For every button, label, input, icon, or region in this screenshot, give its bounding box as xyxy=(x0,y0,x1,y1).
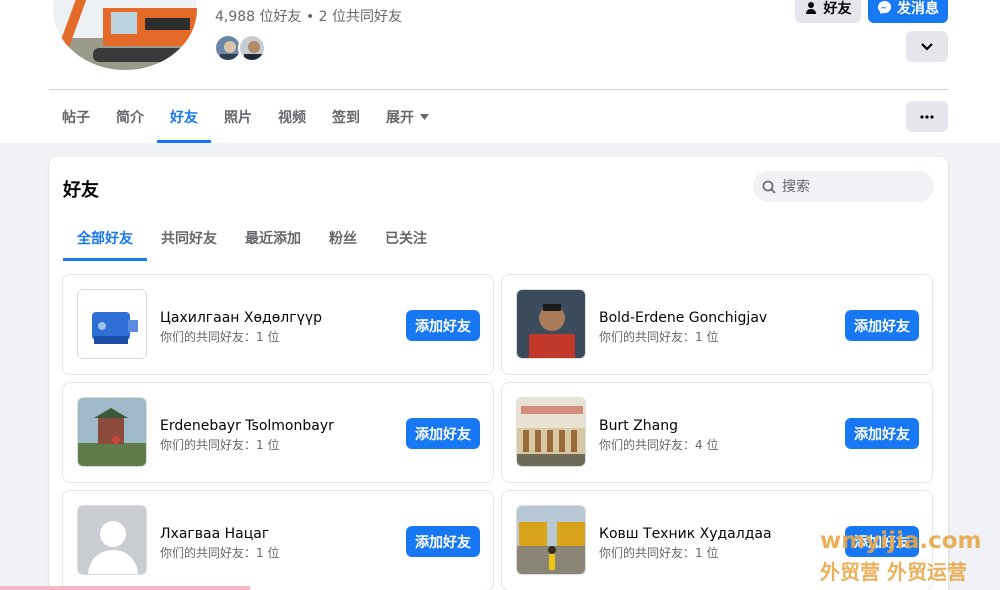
messenger-icon xyxy=(877,0,892,15)
tab-checkins[interactable]: 签到 xyxy=(319,91,373,143)
friend-name[interactable]: Лхагваа Нацаг xyxy=(160,526,269,542)
add-friend-button[interactable]: 添加好友 xyxy=(406,418,480,449)
friend-name[interactable]: Erdenebayr Tsolmonbayr xyxy=(160,418,334,434)
friend-photo[interactable] xyxy=(77,505,147,575)
add-friend-button[interactable]: 添加好友 xyxy=(406,526,480,557)
progress-strip xyxy=(0,586,250,590)
profile-tabs: 帖子 简介 好友 照片 视频 签到 展开 xyxy=(49,91,442,143)
friends-summary[interactable]: 4,988 位好友 • 2 位共同好友 xyxy=(215,6,402,26)
friend-card: Bold-Erdene Gonchigjav 你们的共同好友：1 位 添加好友 xyxy=(501,274,933,375)
friend-mutual-count[interactable]: 你们的共同好友：1 位 xyxy=(160,328,279,345)
subtab-following[interactable]: 已关注 xyxy=(371,215,441,261)
friends-panel-title: 好友 xyxy=(63,180,99,201)
mutual-friends-avatars[interactable] xyxy=(214,34,266,62)
friends-button[interactable]: 好友 xyxy=(795,0,861,23)
caret-down-icon xyxy=(420,114,429,120)
friend-card: Erdenebayr Tsolmonbayr 你们的共同好友：1 位 添加好友 xyxy=(62,382,494,483)
tab-label: 帖子 xyxy=(62,110,90,126)
ellipsis-icon xyxy=(920,114,934,119)
tab-label: 视频 xyxy=(278,110,306,126)
friends-search[interactable] xyxy=(753,171,934,202)
friend-photo[interactable] xyxy=(77,397,147,467)
subtab-followers[interactable]: 粉丝 xyxy=(315,215,371,261)
search-icon xyxy=(762,180,776,194)
friend-mutual-count[interactable]: 你们的共同好友：1 位 xyxy=(160,544,279,561)
subtab-all-friends[interactable]: 全部好友 xyxy=(63,215,147,261)
friend-name[interactable]: Цахилгаан Хөдөлгүүр xyxy=(160,310,322,326)
tab-label: 简介 xyxy=(116,110,144,126)
friend-card: Цахилгаан Хөдөлгүүр 你们的共同好友：1 位 添加好友 xyxy=(62,274,494,375)
tab-label: 签到 xyxy=(332,110,360,126)
search-input[interactable] xyxy=(782,178,922,195)
profile-avatar[interactable] xyxy=(50,0,200,73)
tab-videos[interactable]: 视频 xyxy=(265,91,319,143)
mutual-friend-avatar[interactable] xyxy=(238,34,266,62)
tab-about[interactable]: 简介 xyxy=(103,91,157,143)
friend-card: Лхагваа Нацаг 你们的共同好友：1 位 添加好友 xyxy=(62,490,494,590)
tab-more[interactable]: 展开 xyxy=(373,91,442,143)
add-friend-button[interactable]: 添加好友 xyxy=(845,418,919,449)
tab-friends[interactable]: 好友 xyxy=(157,91,211,143)
add-friend-button[interactable]: 添加好友 xyxy=(406,310,480,341)
message-button-label: 发消息 xyxy=(897,0,939,17)
tab-label: 展开 xyxy=(386,110,414,126)
subtab-mutual-friends[interactable]: 共同好友 xyxy=(147,215,231,261)
chevron-down-icon xyxy=(921,42,933,51)
friend-name[interactable]: Bold-Erdene Gonchigjav xyxy=(599,310,767,326)
subtab-recently-added[interactable]: 最近添加 xyxy=(231,215,315,261)
tab-label: 好友 xyxy=(170,110,198,126)
friend-mutual-count[interactable]: 你们的共同好友：1 位 xyxy=(599,544,718,561)
add-friend-button[interactable]: 添加好友 xyxy=(845,310,919,341)
friend-photo[interactable] xyxy=(516,397,586,467)
friend-name[interactable]: Ковш Техник Худалдаа xyxy=(599,526,772,542)
friend-photo[interactable] xyxy=(516,289,586,359)
friend-mutual-count[interactable]: 你们的共同好友：4 位 xyxy=(599,436,718,453)
friend-photo[interactable] xyxy=(516,505,586,575)
watermark-url: wmyijia.com xyxy=(820,528,982,554)
profile-header: 4,988 位好友 • 2 位共同好友 好友 发消息 帖子 简介 好友 照片 视… xyxy=(0,0,1000,143)
tab-label: 照片 xyxy=(224,110,252,126)
friend-mutual-count[interactable]: 你们的共同好友：1 位 xyxy=(599,328,718,345)
header-divider xyxy=(49,89,948,90)
tab-posts[interactable]: 帖子 xyxy=(49,91,103,143)
friend-mutual-count[interactable]: 你们的共同好友：1 位 xyxy=(160,436,279,453)
person-check-icon xyxy=(805,1,816,14)
friends-button-label: 好友 xyxy=(823,0,852,17)
profile-options-dropdown[interactable] xyxy=(906,31,948,62)
watermark: wmyijia.com 外贸营 外贸运营 xyxy=(820,528,982,585)
friends-panel: 好友 全部好友 共同好友 最近添加 粉丝 已关注 Цахилгаан Хөдөл… xyxy=(49,157,948,590)
friend-card: Burt Zhang 你们的共同好友：4 位 添加好友 xyxy=(501,382,933,483)
message-button[interactable]: 发消息 xyxy=(868,0,948,23)
friend-photo[interactable] xyxy=(77,289,147,359)
more-options-button[interactable] xyxy=(906,101,948,132)
friend-name[interactable]: Burt Zhang xyxy=(599,418,678,434)
friends-subtabs: 全部好友 共同好友 最近添加 粉丝 已关注 xyxy=(63,215,441,261)
tab-photos[interactable]: 照片 xyxy=(211,91,265,143)
watermark-text: 外贸营 外贸运营 xyxy=(820,560,967,584)
